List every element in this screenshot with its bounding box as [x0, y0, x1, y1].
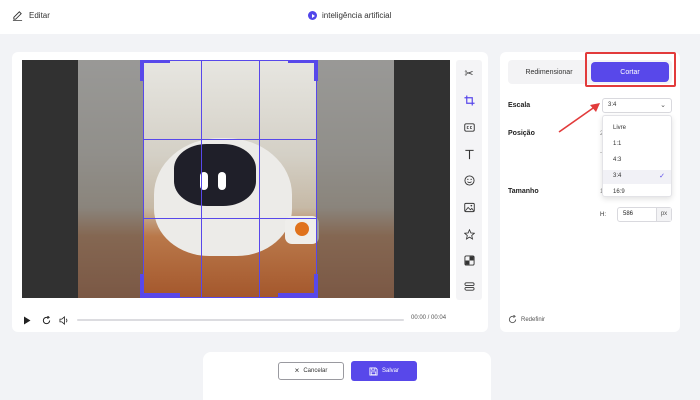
text-icon[interactable]	[462, 147, 476, 161]
crop-handle-bottom-left-v[interactable]	[140, 274, 144, 298]
crop-handle-bottom-right[interactable]	[278, 293, 318, 298]
save-button[interactable]: Salvar	[351, 361, 417, 381]
timeline-track[interactable]	[77, 319, 404, 321]
save-label: Salvar	[381, 368, 399, 374]
mosaic-icon[interactable]	[462, 253, 476, 267]
adjust-icon[interactable]	[462, 279, 476, 293]
project-title-text: inteligência artificial	[322, 11, 392, 20]
caption-icon[interactable]	[462, 120, 476, 134]
height-input[interactable]: 586 px	[617, 207, 672, 222]
scale-option-1-1[interactable]: 1:1	[603, 138, 671, 152]
crop-handle-bottom-right-v[interactable]	[314, 274, 318, 298]
edit-button[interactable]: Editar	[12, 10, 50, 21]
tab-resize[interactable]: Redimensionar	[508, 60, 590, 84]
play-button[interactable]	[22, 315, 32, 325]
scale-option-3-4-label: 3:4	[613, 173, 622, 179]
crop-handle-bottom-left[interactable]	[140, 293, 180, 298]
crop-grid-line	[144, 139, 316, 140]
chevron-down-icon: ⌄	[660, 102, 666, 109]
play-icon	[24, 316, 31, 324]
scale-selected-value: 3:4	[608, 102, 617, 108]
crop-grid-line	[201, 61, 202, 297]
scale-select[interactable]: 3:4 ⌄	[602, 98, 672, 113]
highlight-box	[585, 52, 676, 87]
play-circle-icon	[308, 11, 317, 20]
cancel-button[interactable]: × Cancelar	[278, 362, 344, 380]
playback-bar: 00:00 / 00:04	[22, 312, 450, 328]
video-preview[interactable]	[22, 60, 450, 298]
size-label: Tamanho	[508, 188, 539, 195]
volume-icon	[59, 315, 68, 325]
volume-button[interactable]	[59, 315, 69, 325]
reset-icon	[508, 315, 517, 324]
height-value: 586	[623, 211, 634, 217]
scale-dropdown: Livre 1:1 4:3 3:4 ✓ 16:9	[602, 115, 672, 197]
edit-label: Editar	[29, 11, 50, 20]
scissors-icon[interactable]: ✂	[462, 66, 476, 80]
save-icon	[369, 366, 378, 376]
tool-strip: ✂	[456, 60, 482, 300]
reset-button[interactable]: Redefinir	[508, 315, 545, 324]
crop-handle-top-right-v[interactable]	[314, 60, 318, 81]
scale-option-16-9[interactable]: 16:9	[603, 186, 671, 196]
edit-icon	[12, 11, 23, 21]
project-title: inteligência artificial	[308, 11, 391, 20]
cancel-label: Cancelar	[303, 368, 328, 374]
crop-handle-top-left-v[interactable]	[140, 60, 144, 81]
crop-grid-line	[259, 61, 260, 297]
replay-icon	[42, 315, 50, 324]
image-icon[interactable]	[462, 200, 476, 214]
crop-icon[interactable]	[462, 93, 476, 107]
crop-mask-left	[22, 60, 143, 298]
time-readout: 00:00 / 00:04	[411, 315, 447, 321]
replay-button[interactable]	[41, 315, 51, 325]
annotation-arrow	[558, 103, 600, 133]
position-label: Posição	[508, 130, 535, 137]
star-icon[interactable]	[462, 227, 476, 241]
scale-label: Escala	[508, 102, 531, 109]
footer-bar	[203, 352, 491, 400]
emoji-icon[interactable]	[462, 173, 476, 187]
top-bar: Editar inteligência artificial	[0, 0, 700, 34]
crop-frame[interactable]	[143, 60, 317, 298]
check-icon: ✓	[659, 173, 665, 180]
scale-option-livre[interactable]: Livre	[603, 122, 671, 136]
reset-label: Redefinir	[521, 316, 546, 323]
crop-mask-right	[317, 60, 450, 298]
scale-option-3-4[interactable]: 3:4 ✓	[603, 170, 671, 184]
crop-grid-line	[144, 218, 316, 219]
scale-option-4-3[interactable]: 4:3	[603, 154, 671, 168]
crop-handle-top-left[interactable]	[140, 60, 170, 63]
height-label: H:	[600, 212, 606, 218]
close-icon: ×	[294, 366, 300, 375]
height-unit: px	[656, 208, 671, 221]
